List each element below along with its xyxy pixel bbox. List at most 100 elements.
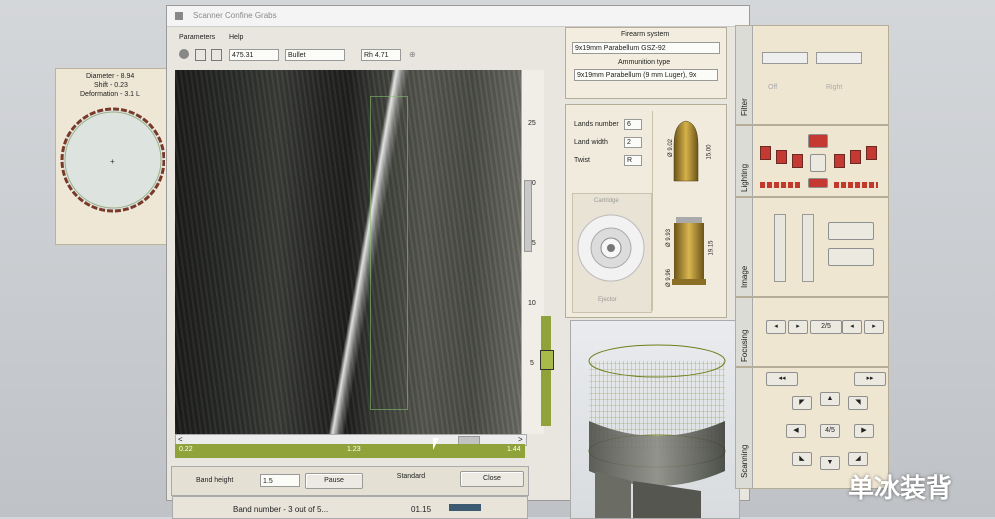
lands-number-field[interactable]: 6 [624,119,642,130]
scan-left-button[interactable]: ◂◂ [766,372,798,386]
pause-button[interactable]: Pause [305,473,363,489]
light-strip-left [760,182,800,188]
mode-select[interactable]: Bullet [285,49,345,61]
light-6[interactable] [866,146,877,160]
light-4[interactable] [834,154,845,168]
filter-select-2[interactable] [816,52,862,64]
light-strip-right [834,182,878,188]
ruler-tick: 5 [530,360,534,367]
light-2[interactable] [776,150,787,164]
deformation-label: Deformation - 3.1 L [80,91,140,98]
cartridge-label: Cartridge [594,198,619,204]
image-button-1[interactable] [828,222,874,240]
ruler-tick: 10 [528,300,536,307]
scroll-right-arrow[interactable]: > [518,435,523,444]
scan-center-button[interactable]: 4/5 [820,424,840,438]
panel-divider [652,111,653,311]
progress-bar [449,504,481,511]
paste-icon[interactable] [211,49,222,61]
position-right-value: 1.44 [507,446,521,453]
rh-field[interactable]: Rh 4.71 [361,49,401,61]
lands-number-label: Lands number [574,121,619,128]
diameter-label: Diameter - 8.94 [86,73,135,80]
tab-focusing[interactable]: Focusing [736,298,753,366]
image-button-2[interactable] [828,248,874,266]
side-marker[interactable] [540,350,554,370]
ammunition-type-select[interactable]: 9x19mm Parabellum (9 mm Luger), 9x [574,69,718,81]
scan-left-arrow-button[interactable]: ◀ [786,424,806,438]
brightness-slider[interactable] [774,214,786,282]
shift-label: Shift - 0.23 [94,82,128,89]
scan-up-right-button[interactable]: ◥ [848,396,868,410]
contrast-slider[interactable] [802,214,814,282]
copy-icon[interactable] [195,49,206,61]
image-panel: Image [735,197,889,297]
light-1[interactable] [760,146,771,160]
scan-down-left-button[interactable]: ◣ [792,452,812,466]
focus-button-4[interactable]: ◂ [842,320,862,334]
position-left-value: 0.22 [179,446,193,453]
scan-up-button[interactable]: ▲ [820,392,840,406]
twist-field[interactable]: R [624,155,642,166]
light-3[interactable] [792,154,803,168]
ammunition-type-label: Ammunition type [618,59,671,66]
tab-focusing-label: Focusing [740,329,749,362]
standard-button[interactable]: Standard [376,470,446,484]
scan-right-button[interactable]: ▸▸ [854,372,886,386]
app-icon [175,12,183,20]
filter-checkbox-2[interactable]: Right [826,84,842,91]
cartridge-diameter-label: Ø 9.93 [666,228,673,248]
time-text: 01.15 [411,505,432,514]
scan-down-right-button[interactable]: ◢ [848,452,868,466]
measurement-panel: Diameter - 8.94 Shift - 0.23 Deformation… [55,68,167,245]
mouse-cursor-icon [433,438,439,450]
light-center-button[interactable] [810,154,826,172]
focus-button-1[interactable]: ◂ [766,320,786,334]
vertical-scroll-thumb[interactable] [524,180,532,252]
close-button[interactable]: Close [460,471,524,487]
position-bar[interactable]: 0.22 1.23 1.44 [175,438,525,458]
tab-image[interactable]: Image [736,198,753,296]
bullet-surface-image[interactable] [175,70,521,434]
zoom-icon[interactable]: ⊕ [409,50,416,59]
land-width-field[interactable]: 2 [624,137,642,148]
3d-model-view[interactable] [570,320,740,519]
tab-filter[interactable]: Filter [736,26,753,124]
window-title: Scanner Confine Grabs [193,11,277,20]
firearm-system-select[interactable]: 9x19mm Parabellum GSZ-92 [572,42,720,54]
filter-select-1[interactable] [762,52,808,64]
filter-checkbox-1[interactable]: Off [768,84,777,91]
ejector-label: Ejector [598,297,617,303]
focus-button-3[interactable]: 2/5 [810,320,842,334]
firearm-system-label: Firearm system [621,31,670,38]
band-height-select[interactable]: 1.5 [260,474,300,487]
bottom-controls: Band height 1.5 Pause Standard Close [171,466,529,496]
light-bottom-button[interactable] [808,178,828,188]
coordinate-field[interactable]: 475.31 [229,49,279,61]
scan-up-left-button[interactable]: ◤ [792,396,812,410]
lighting-panel: Lighting [735,125,889,197]
bullet-3d-wireframe [588,344,726,518]
specs-panel: Lands number 6 Land width 2 Twist R Ø 9.… [565,104,727,318]
gear-icon[interactable] [179,49,189,59]
focus-button-2[interactable]: ▸ [788,320,808,334]
svg-text:+: + [110,157,115,166]
olive-side-bar [541,316,551,426]
menu-item-help[interactable]: Help [229,34,243,41]
cross-section-diagram: + [60,107,165,213]
title-bar: Scanner Confine Grabs [167,6,749,27]
tab-scanning-label: Scanning [740,444,749,478]
tab-lighting-label: Lighting [740,163,749,192]
tab-scanning[interactable]: Scanning [736,368,753,488]
selection-box[interactable] [370,96,408,410]
scan-right-arrow-button[interactable]: ▶ [854,424,874,438]
bullet-diameter-label: Ø 9.02 [668,138,675,158]
light-5[interactable] [850,150,861,164]
menu-item-parameters[interactable]: Parameters [179,34,215,41]
tab-lighting[interactable]: Lighting [736,126,753,196]
scroll-left-arrow[interactable]: < [178,435,183,444]
focus-button-5[interactable]: ▸ [864,320,884,334]
scan-down-button[interactable]: ▼ [820,456,840,470]
cartridge-length-label: 19.15 [708,240,715,256]
light-top-button[interactable] [808,134,828,148]
